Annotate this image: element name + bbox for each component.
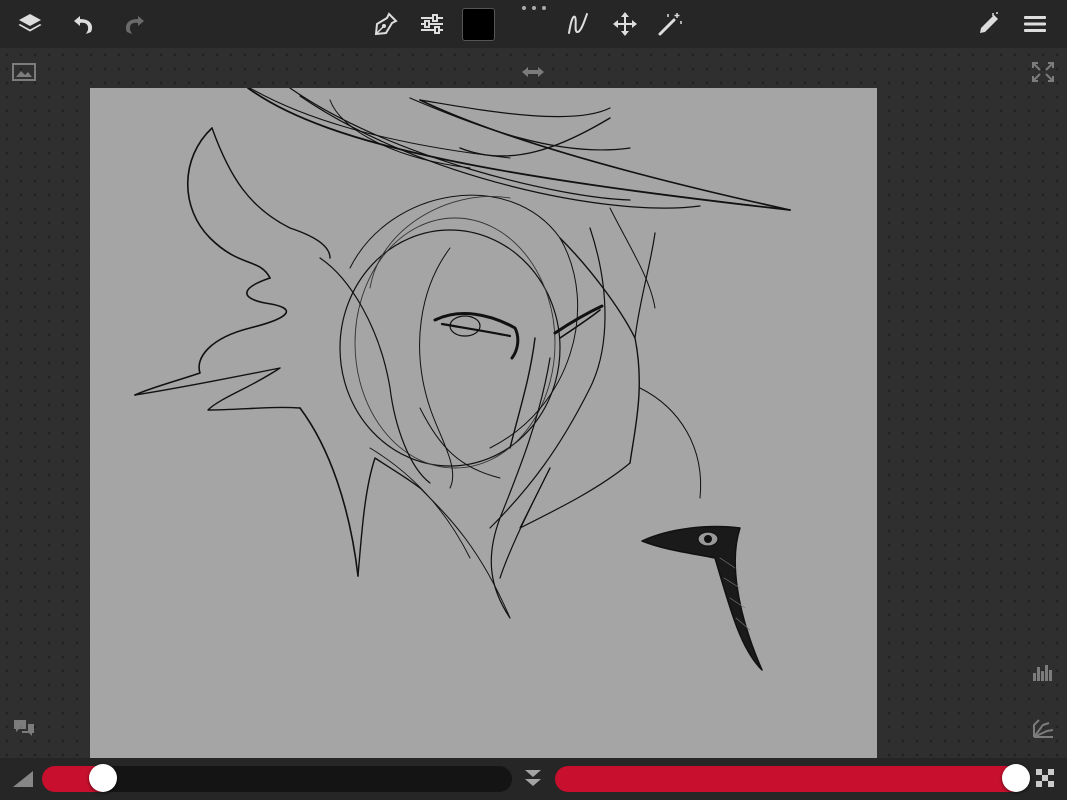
magic-wand-icon[interactable]: [652, 6, 688, 42]
stroke-smoothing-icon[interactable]: [560, 6, 596, 42]
top-toolbar: [0, 0, 1067, 48]
redo-icon[interactable]: [116, 6, 152, 42]
reference-image-icon[interactable]: [11, 60, 37, 84]
flip-horizontal-icon[interactable]: [520, 60, 546, 84]
opacity-knob[interactable]: [1001, 764, 1030, 792]
sketch-app: [0, 0, 1067, 800]
bottom-bar: [0, 758, 1067, 800]
more-options-dots[interactable]: [522, 2, 546, 14]
opacity-checker-icon: [1033, 767, 1059, 791]
brush-settings-icon[interactable]: [414, 6, 450, 42]
menu-icon[interactable]: [1017, 6, 1053, 42]
layers-icon[interactable]: [12, 6, 48, 42]
collapse-toolbar-icon[interactable]: [520, 766, 546, 790]
pen-tool-icon[interactable]: [368, 6, 404, 42]
opacity-fill: [555, 766, 1016, 792]
brush-size-knob[interactable]: [89, 764, 118, 792]
color-swatch[interactable]: [462, 8, 495, 41]
workspace: [0, 48, 1067, 758]
fullscreen-icon[interactable]: [1030, 60, 1056, 84]
sketch-artwork: [134, 88, 791, 671]
edit-pencil-icon[interactable]: [971, 6, 1007, 42]
brush-size-icon: [10, 766, 36, 790]
transform-move-icon[interactable]: [607, 6, 643, 42]
comments-icon[interactable]: [11, 716, 37, 740]
undo-icon[interactable]: [66, 6, 102, 42]
drawing-canvas[interactable]: [90, 88, 877, 758]
opacity-slider[interactable]: [555, 766, 1025, 792]
color-palette-icon[interactable]: [1030, 716, 1056, 740]
histogram-icon[interactable]: [1030, 660, 1056, 684]
